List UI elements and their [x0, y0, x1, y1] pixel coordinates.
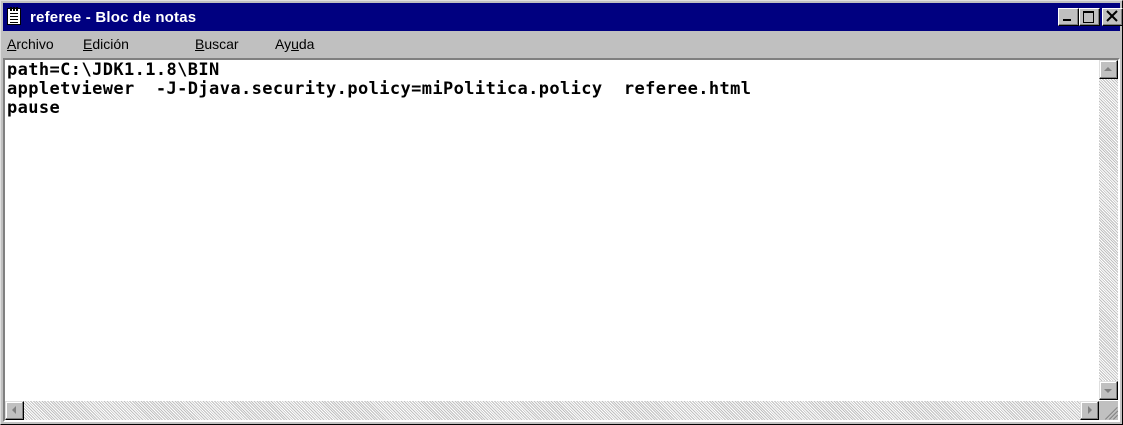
- close-button[interactable]: [1102, 8, 1123, 26]
- scroll-left-button[interactable]: [5, 401, 24, 420]
- horizontal-scrollbar[interactable]: [5, 401, 1099, 420]
- scroll-down-button[interactable]: [1099, 381, 1118, 400]
- window-title: referee - Bloc de notas: [30, 9, 197, 26]
- scroll-right-button[interactable]: [1080, 401, 1099, 420]
- scroll-up-button[interactable]: [1099, 60, 1118, 79]
- minimize-icon: [1063, 19, 1071, 21]
- menu-bar: Archivo Edición Buscar Ayuda: [3, 32, 1120, 56]
- notepad-window: referee - Bloc de notas Archivo Edición …: [0, 0, 1123, 425]
- resize-grip[interactable]: [1099, 401, 1119, 420]
- menu-edicion[interactable]: Edición: [83, 36, 129, 52]
- minimize-button[interactable]: [1058, 8, 1079, 26]
- text-line: path=C:\JDK1.1.8\BIN: [7, 61, 220, 80]
- text-line: pause: [7, 98, 61, 118]
- scroll-up-arrow-icon: [1104, 67, 1112, 71]
- vertical-scrollbar[interactable]: [1099, 60, 1118, 400]
- document-text[interactable]: path=C:\JDK1.1.8\BIN appletviewer -J-Djav…: [7, 61, 1082, 401]
- scroll-left-arrow-icon: [12, 406, 16, 414]
- menu-ayuda[interactable]: Ayuda: [275, 36, 314, 52]
- text-line: appletviewer -J-Djava.security.policy=mi…: [7, 79, 752, 99]
- text-editor[interactable]: path=C:\JDK1.1.8\BIN appletviewer -J-Djav…: [3, 58, 1120, 422]
- notepad-icon[interactable]: [7, 7, 21, 25]
- menu-archivo[interactable]: Archivo: [7, 36, 54, 52]
- title-bar[interactable]: referee - Bloc de notas: [3, 3, 1123, 31]
- scroll-down-arrow-icon: [1104, 389, 1112, 393]
- menu-buscar[interactable]: Buscar: [195, 36, 239, 52]
- maximize-button[interactable]: [1079, 8, 1100, 26]
- scroll-right-arrow-icon: [1088, 406, 1092, 414]
- close-icon: [1106, 10, 1118, 23]
- maximize-icon: [1083, 11, 1094, 23]
